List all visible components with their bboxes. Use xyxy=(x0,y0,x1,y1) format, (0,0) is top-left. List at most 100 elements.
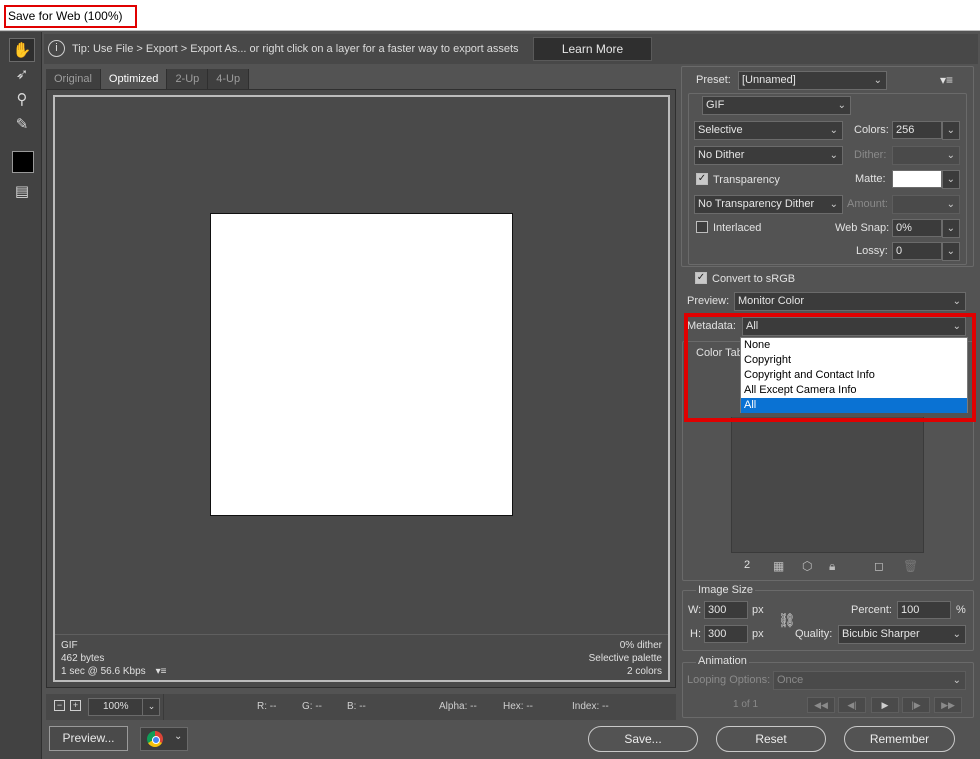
status-bar: − + 100% ⌄ R: -- G: -- B: -- Alpha: -- H… xyxy=(46,694,676,720)
info-colors: 2 colors xyxy=(626,666,662,677)
colors-input[interactable]: 256 xyxy=(892,121,942,139)
lossy-input[interactable]: 0 xyxy=(892,242,942,260)
color-reduction-select[interactable]: Selective ⌄ xyxy=(694,121,843,140)
reset-button[interactable]: Reset xyxy=(716,726,826,752)
quality-select[interactable]: Bicubic Sharper ⌄ xyxy=(838,625,966,644)
chevron-down-icon: ⌄ xyxy=(952,675,961,686)
info-file-size: 462 bytes xyxy=(61,653,105,664)
zoom-out-icon[interactable]: − xyxy=(54,700,65,711)
view-tabs: Original Optimized 2-Up 4-Up xyxy=(46,69,250,89)
hand-tool-icon[interactable]: ✋ xyxy=(9,38,35,62)
chevron-down-icon[interactable]: ⌄ xyxy=(142,698,160,716)
lock-icon[interactable]: 🔒︎ xyxy=(829,559,835,574)
looping-options-select[interactable]: Once ⌄ xyxy=(773,671,966,690)
tab-2-up[interactable]: 2-Up xyxy=(167,69,209,89)
preview-button[interactable]: Preview... xyxy=(49,726,128,751)
zoom-tool-icon[interactable]: ⚲ xyxy=(9,87,35,111)
tip-bar: i Tip: Use File > Export > Export As... … xyxy=(44,34,978,64)
optimize-menu-icon[interactable]: ▾≡ xyxy=(940,73,953,87)
download-speed-menu-icon[interactable]: ▾≡ xyxy=(156,665,167,678)
percent-label: Percent: xyxy=(851,604,892,616)
amount-select[interactable]: ⌄ xyxy=(892,195,960,214)
browser-preview-select[interactable]: ⌄ xyxy=(140,727,188,751)
eyedropper-tool-icon[interactable]: ✎ xyxy=(9,112,35,136)
chevron-down-icon: ⌄ xyxy=(952,629,961,640)
color-table[interactable] xyxy=(731,417,924,553)
web-shift-icon[interactable]: ▦ xyxy=(773,559,784,573)
preview-canvas[interactable] xyxy=(55,97,668,634)
preview-frame: GIF 462 bytes 1 sec @ 56.6 Kbps ▾≡ 0% di… xyxy=(46,89,676,688)
colors-label: Colors: xyxy=(854,124,889,136)
web-snap-input[interactable]: 0% xyxy=(892,219,942,237)
first-frame-icon[interactable]: ◀◀ xyxy=(807,697,835,713)
info-icon: i xyxy=(48,40,65,57)
zoom-in-icon[interactable]: + xyxy=(70,700,81,711)
previous-frame-icon[interactable]: ◀| xyxy=(838,697,866,713)
lossy-label: Lossy: xyxy=(856,245,888,257)
readout-b: B: -- xyxy=(347,701,366,712)
chevron-down-icon: ⌄ xyxy=(829,150,838,161)
web-safe-cube-icon[interactable]: ⬡ xyxy=(802,559,812,573)
quality-label: Quality: xyxy=(795,628,833,640)
transparency-dither-select[interactable]: No Transparency Dither ⌄ xyxy=(694,195,843,214)
info-palette: Selective palette xyxy=(588,653,662,664)
save-button[interactable]: Save... xyxy=(588,726,698,752)
next-frame-icon[interactable]: |▶ xyxy=(902,697,930,713)
last-frame-icon[interactable]: ▶▶ xyxy=(934,697,962,713)
dither-algorithm-select[interactable]: No Dither ⌄ xyxy=(694,146,843,165)
web-snap-dropdown[interactable]: ⌄ xyxy=(942,219,960,238)
format-select[interactable]: GIF ⌄ xyxy=(702,96,851,115)
trash-icon[interactable]: 🗑︎ xyxy=(903,559,918,573)
info-dither: 0% dither xyxy=(619,640,662,651)
width-unit: px xyxy=(752,604,764,616)
readout-index: Index: -- xyxy=(572,701,609,712)
tab-4-up[interactable]: 4-Up xyxy=(208,69,250,89)
readout-hex: Hex: -- xyxy=(503,701,533,712)
readout-alpha: Alpha: -- xyxy=(439,701,477,712)
dither-amount-select[interactable]: ⌄ xyxy=(892,146,960,165)
lossy-dropdown[interactable]: ⌄ xyxy=(942,242,960,261)
percent-input[interactable]: 100 xyxy=(897,601,951,619)
interlaced-label: Interlaced xyxy=(713,222,762,234)
transparency-checkbox[interactable]: ✓ xyxy=(696,173,708,185)
readout-r: R: -- xyxy=(257,701,277,712)
chevron-down-icon: ⌄ xyxy=(952,296,961,307)
tab-optimized[interactable]: Optimized xyxy=(100,69,168,89)
tip-text: Tip: Use File > Export > Export As... or… xyxy=(72,43,519,55)
preview-color-select[interactable]: Monitor Color ⌄ xyxy=(734,292,966,311)
link-icon[interactable]: ⛓ xyxy=(778,612,796,629)
dither-label: Dither: xyxy=(854,149,887,161)
play-icon[interactable]: ▶ xyxy=(871,697,899,713)
height-input[interactable]: 300 xyxy=(704,625,748,643)
frame-counter: 1 of 1 xyxy=(733,699,759,710)
matte-color-swatch[interactable] xyxy=(892,170,942,188)
percent-unit: % xyxy=(956,604,966,616)
new-color-icon[interactable]: ◻ xyxy=(874,559,884,573)
info-format: GIF xyxy=(61,640,78,651)
optimized-preview-pane[interactable]: GIF 462 bytes 1 sec @ 56.6 Kbps ▾≡ 0% di… xyxy=(53,95,670,682)
matte-dropdown[interactable]: ⌄ xyxy=(942,170,960,189)
preset-label: Preset: xyxy=(696,74,731,86)
colors-dropdown[interactable]: ⌄ xyxy=(942,121,960,140)
chevron-down-icon: ⌄ xyxy=(873,75,882,86)
chevron-down-icon[interactable]: ⌄ xyxy=(174,731,182,742)
title-bar: Save for Web (100%) xyxy=(0,0,980,31)
preview-label: Preview: xyxy=(687,295,730,307)
image-size-title: Image Size xyxy=(696,584,756,596)
animation-title: Animation xyxy=(696,655,749,667)
slices-visibility-icon[interactable]: ▤ xyxy=(9,179,35,203)
pixel-readout: R: -- G: -- B: -- Alpha: -- Hex: -- Inde… xyxy=(163,694,676,720)
convert-srgb-checkbox[interactable]: ✓ xyxy=(695,272,707,284)
info-download-time: 1 sec @ 56.6 Kbps xyxy=(61,666,146,677)
preset-select[interactable]: [Unnamed] ⌄ xyxy=(738,71,887,90)
window-title: Save for Web (100%) xyxy=(4,5,137,28)
chevron-down-icon: ⌄ xyxy=(829,125,838,136)
convert-srgb-label: Convert to sRGB xyxy=(712,273,796,285)
remember-button[interactable]: Remember xyxy=(844,726,955,752)
eyedropper-color-swatch[interactable] xyxy=(12,151,34,173)
slice-select-tool-icon[interactable]: ➶ xyxy=(9,62,35,86)
width-input[interactable]: 300 xyxy=(704,601,748,619)
interlaced-checkbox[interactable] xyxy=(696,221,708,233)
learn-more-button[interactable]: Learn More xyxy=(533,37,652,61)
tab-original[interactable]: Original xyxy=(46,69,101,89)
